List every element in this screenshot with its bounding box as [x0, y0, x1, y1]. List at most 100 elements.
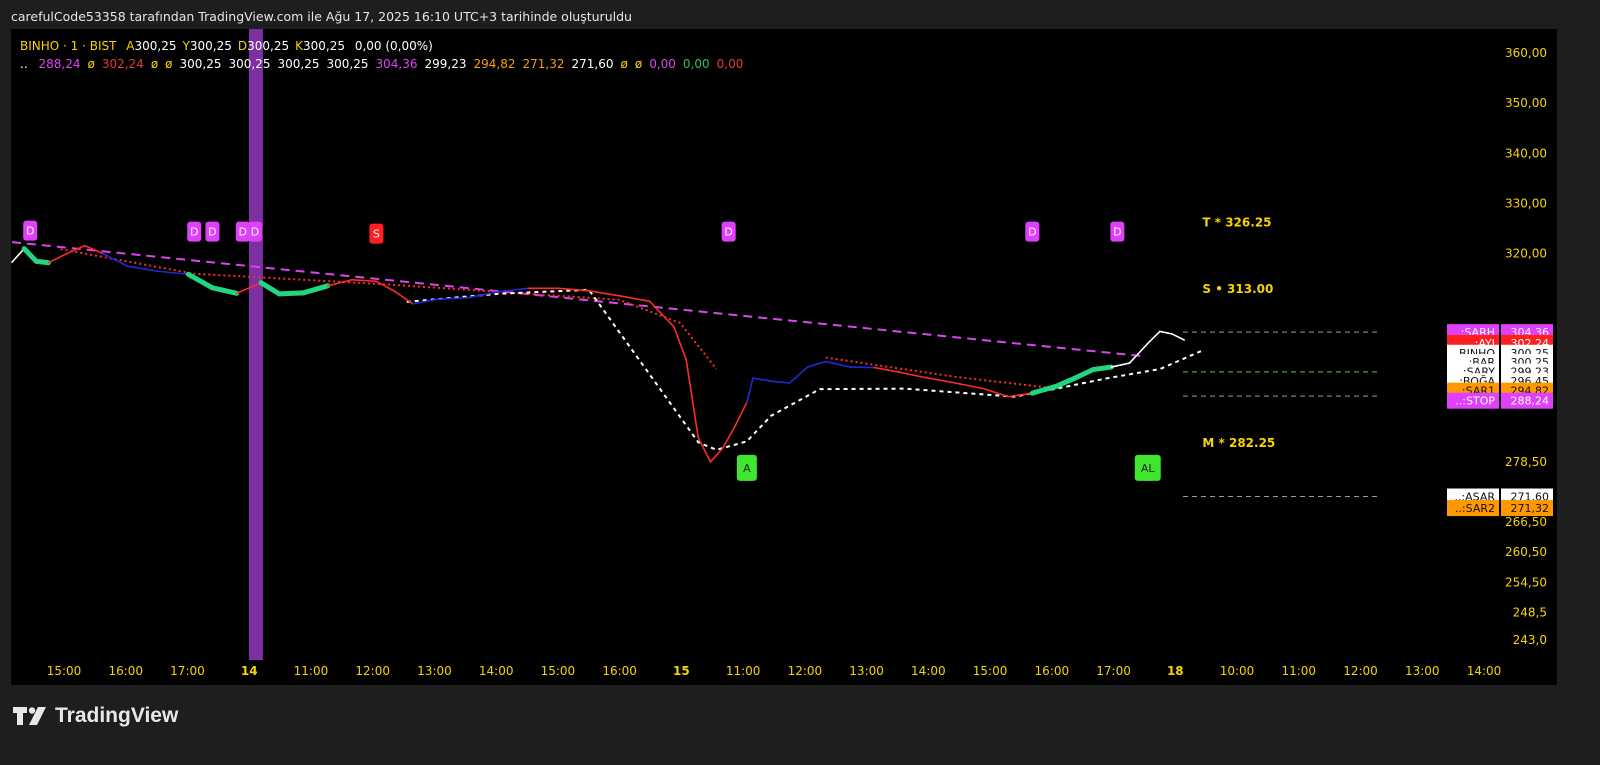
chart-canvas[interactable]: D D D D D S D D DA ALT * 326.25S • 313.00M * 282.…: [0, 0, 1600, 765]
indicator-value: 300,25: [326, 57, 369, 71]
symbol-name[interactable]: BINHO · 1 · BIST: [20, 39, 116, 53]
indicator-value: 299,23: [424, 57, 467, 71]
target-label: S • 313.00: [1202, 282, 1273, 296]
ohlc-key: K: [295, 39, 303, 53]
indicator-value: 302,24: [101, 57, 144, 71]
marker-label: A: [743, 462, 751, 475]
time-tick-label: 14:00: [911, 664, 946, 678]
axis-badge: ..:SAR2 271,32: [1447, 500, 1553, 517]
badge-label: ..:SAR2: [1455, 502, 1495, 515]
price-segment: [752, 377, 772, 382]
marker-label: D: [190, 226, 198, 239]
price-segment: [721, 425, 736, 450]
ohlc-value: 300,25: [247, 39, 290, 53]
price-segment: [685, 358, 700, 439]
price-segment: [709, 447, 724, 463]
ohlc-value: 300,25: [189, 39, 232, 53]
price-segment: [806, 360, 827, 368]
price-segment: [393, 290, 414, 305]
indicator-values: 288,24 ø 302,24 ø ø 300,25 300,25 300,25 300,25 3…: [38, 57, 750, 71]
signal-marker: D: [721, 221, 736, 242]
price-segment: [47, 252, 68, 264]
indicator-legend: .. 288,24 ø 302,24 ø ø 300,25 300,25 300,25 300,…: [20, 57, 750, 71]
price-segment: [1090, 364, 1114, 373]
price-segment: [1072, 367, 1096, 381]
time-tick-label: 13:00: [417, 664, 452, 678]
ohlc-item: K300,25: [295, 39, 345, 53]
marker-label: D: [1028, 226, 1036, 239]
price-segment: [301, 283, 331, 296]
price-segment: [1128, 342, 1149, 364]
marker-label: AL: [1141, 462, 1156, 475]
time-tick-label: 16:00: [108, 664, 143, 678]
price-tick-label: 260,50: [1505, 545, 1547, 559]
time-tick-label: 13:00: [849, 664, 884, 678]
marker-label: D: [1113, 226, 1121, 239]
indicator-value: ø: [150, 57, 159, 71]
price-segment: [746, 377, 754, 403]
tradingview-logo[interactable]: TradingView: [13, 704, 178, 728]
ohlc-value: 300,25: [134, 39, 177, 53]
indicator-value: 294,82: [473, 57, 516, 71]
price-segment: [209, 285, 240, 296]
price-segment: [825, 360, 851, 368]
price-segment: [770, 380, 791, 384]
time-tick-label: 15: [673, 664, 690, 678]
red-dotted-line: [60, 248, 718, 370]
ohlc-key: D: [237, 39, 248, 53]
time-tick-label: 15:00: [973, 664, 1008, 678]
time-tick-label: 17:00: [170, 664, 205, 678]
signal-marker: D: [1025, 221, 1040, 242]
price-tick-label: 254,50: [1505, 575, 1547, 589]
target-label: T * 326.25: [1202, 215, 1271, 229]
time-tick-label: 16:00: [602, 664, 637, 678]
price-segment: [697, 437, 712, 463]
time-tick-label: 10:00: [1220, 664, 1255, 678]
ohlc-key: Y: [182, 39, 190, 53]
indicator-value: 0,00: [649, 57, 676, 71]
price-tick-label: 360,00: [1505, 46, 1547, 60]
indicator-value: ø: [87, 57, 95, 71]
time-tick-label: 14:00: [479, 664, 514, 678]
price-segment: [126, 265, 159, 273]
indicator-value: ø: [165, 57, 173, 71]
price-segment: [33, 258, 51, 266]
indicator-value: 288,24: [38, 57, 81, 71]
price-segment: [897, 371, 924, 378]
indicator-value: 300,25: [228, 57, 271, 71]
price-segment: [276, 290, 307, 297]
indicator-value: 304,36: [375, 57, 418, 71]
ohlc-key: A: [126, 39, 135, 53]
marker-label: D: [208, 226, 216, 239]
target-label: M * 282.25: [1202, 436, 1275, 450]
price-tick-label: 320,00: [1505, 247, 1547, 261]
indicator-value: 0,00: [682, 57, 710, 71]
price-segment: [1054, 375, 1078, 389]
price-segment: [258, 280, 282, 297]
red-dotted-line: [825, 356, 1057, 390]
price-segment: [1146, 330, 1161, 345]
time-tick-label: 14:00: [1467, 664, 1502, 678]
axis-badge: ..:STOP 288,24: [1447, 392, 1553, 409]
indicator-value: 0,00: [716, 57, 744, 71]
time-tick-label: 15:00: [47, 664, 82, 678]
time-tick-label: 12:00: [355, 664, 390, 678]
signal-marker: S: [369, 223, 384, 244]
price-tick-label: 350,00: [1505, 96, 1547, 110]
time-tick-label: 16:00: [1035, 664, 1070, 678]
marker-label: D: [724, 226, 732, 239]
price-segment: [11, 247, 25, 264]
indicator-prefix[interactable]: ..: [20, 57, 28, 71]
price-change: 0,00 (0,00%): [354, 39, 433, 53]
badge-value: 271,32: [1511, 502, 1550, 515]
price-tick-label: 266,50: [1505, 515, 1547, 529]
indicator-value: 300,25: [277, 57, 320, 71]
price-segment: [1029, 383, 1060, 396]
marker-label: D: [26, 225, 34, 238]
price-segment: [1159, 330, 1173, 335]
highlight-band: [248, 29, 263, 660]
price-segment: [733, 401, 748, 428]
indicator-value: ø: [620, 57, 628, 71]
price-tick-label: 278,50: [1505, 455, 1547, 469]
price-tick-label: 330,00: [1505, 197, 1547, 211]
